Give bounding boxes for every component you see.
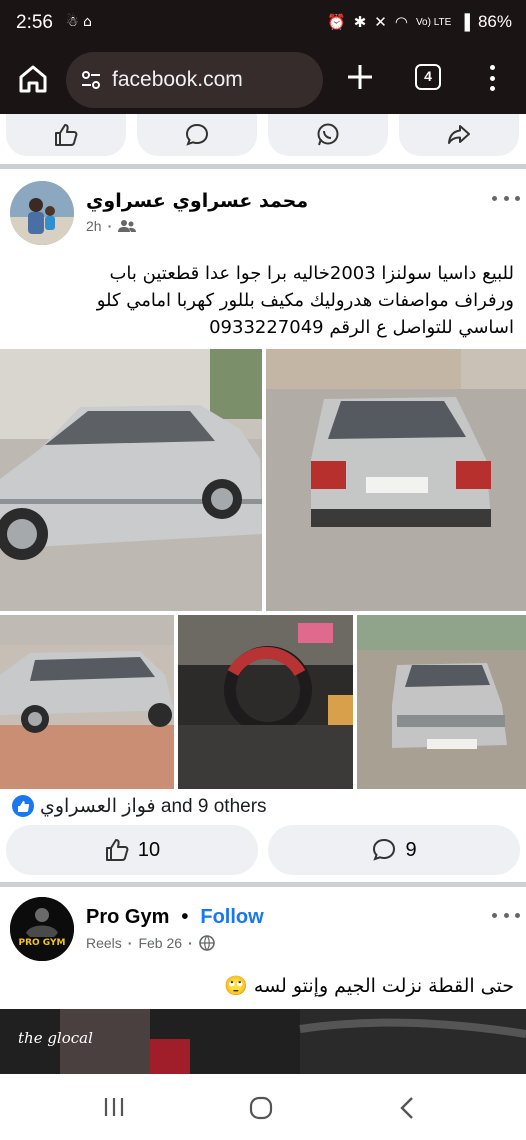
share-button[interactable] [399,114,519,156]
post-date[interactable]: Feb 26 [138,935,182,951]
follow-button[interactable]: Follow [200,906,263,929]
home-circle-icon [249,1096,273,1120]
back-button[interactable] [398,1096,418,1124]
thumbs-up-icon [105,839,129,861]
browser-toolbar: facebook.com 4 [0,48,526,114]
clock: 2:56 [16,12,53,33]
status-icons: ⏰ ✱ ✕ ◠ Vo) LTE ▐ 86% [327,12,512,32]
post2-meta: Reels · Feb 26 · [86,935,215,951]
volte-icon: Vo) LTE [415,16,452,28]
mute-icon: ✕ [374,14,387,31]
comment-count: 9 [405,838,417,861]
reactions-text: فواز العسراوي and 9 others [40,795,267,817]
system-nav-bar [0,1074,526,1140]
post2-options-button[interactable] [492,913,520,921]
recent-apps-button[interactable] [103,1096,125,1122]
post2-text: حتى القطة نزلت الجيم وإنتو لسه 🙄 [224,975,514,997]
reel-watermark: the glocal [18,1029,93,1047]
author-avatar[interactable] [10,181,74,245]
post-time[interactable]: 2h [86,218,102,234]
post-photo[interactable] [0,615,174,789]
whatsapp-icon [317,123,339,146]
friends-audience-icon [118,220,137,232]
page-name[interactable]: Pro Gym [86,906,169,929]
alarm-icon: ⏰ [327,14,346,31]
like-count: 10 [137,838,161,861]
home-button[interactable] [14,60,52,98]
comment-count-button[interactable]: 9 [268,825,520,875]
home-nav-button[interactable] [249,1096,273,1124]
post-photo[interactable] [0,349,262,611]
back-chevron-icon [400,1097,413,1119]
wifi-icon: ◠ [394,14,408,31]
share-arrow-icon [448,125,470,144]
post-text-line: للبيع داسيا سولنزا 2003خاليه برا جوا عدا… [109,263,514,284]
notification-icons: ☃ ⌂ [66,14,92,30]
like-reaction-icon [12,795,34,817]
site-settings-icon[interactable] [80,69,102,91]
page-avatar[interactable]: PRO GYM [10,897,74,961]
new-tab-button[interactable] [345,62,375,92]
home-icon [19,65,47,93]
status-bar: 2:56 ☃ ⌂ ⏰ ✱ ✕ ◠ Vo) LTE ▐ 86% [0,0,526,48]
reel-video[interactable]: the glocal [0,1009,526,1074]
tab-switcher-button[interactable]: 4 [415,64,441,90]
post-photo[interactable] [178,615,353,789]
post-text-line: ورفراف مواصفات هدروليك مكيف بللور كهربا … [96,290,514,311]
bluetooth-icon: ✱ [353,14,367,31]
reactions-summary[interactable]: فواز العسراوي and 9 others [12,793,267,819]
post-photo[interactable] [357,615,526,789]
comment-button[interactable] [137,114,257,156]
comment-icon [185,123,209,146]
battery-level: 86% [477,12,512,31]
post-source[interactable]: Reels [86,935,122,951]
thumbs-up-icon [55,124,78,146]
overflow-menu-button[interactable] [482,62,502,94]
post-separator [0,882,526,887]
post-text-line: اساسي للتواصل ع الرقم 0933227049 [209,317,514,338]
post-text: للبيع داسيا سولنزا 2003خاليه برا جوا عدا… [12,260,514,341]
whatsapp-share-button[interactable] [268,114,388,156]
globe-icon [198,935,215,951]
plus-icon [348,65,372,89]
post-separator [0,164,526,169]
like-button[interactable] [6,114,126,156]
like-count-button[interactable]: 10 [6,825,258,875]
post-photo[interactable] [266,349,526,611]
previous-post-actions [0,114,526,164]
avatar-logo-text: PRO GYM [19,938,66,948]
signal-icon: ▐ [459,13,470,31]
recent-apps-icon [104,1098,124,1116]
post-options-button[interactable] [492,196,520,204]
url-text: facebook.com [112,68,243,91]
address-bar[interactable]: facebook.com [66,52,323,108]
post-author-name[interactable]: محمد عسراوي عسراوي [86,190,308,212]
post2-header: Pro Gym • Follow [86,906,264,929]
post-meta: 2h · [86,218,137,234]
comment-icon [373,838,396,861]
